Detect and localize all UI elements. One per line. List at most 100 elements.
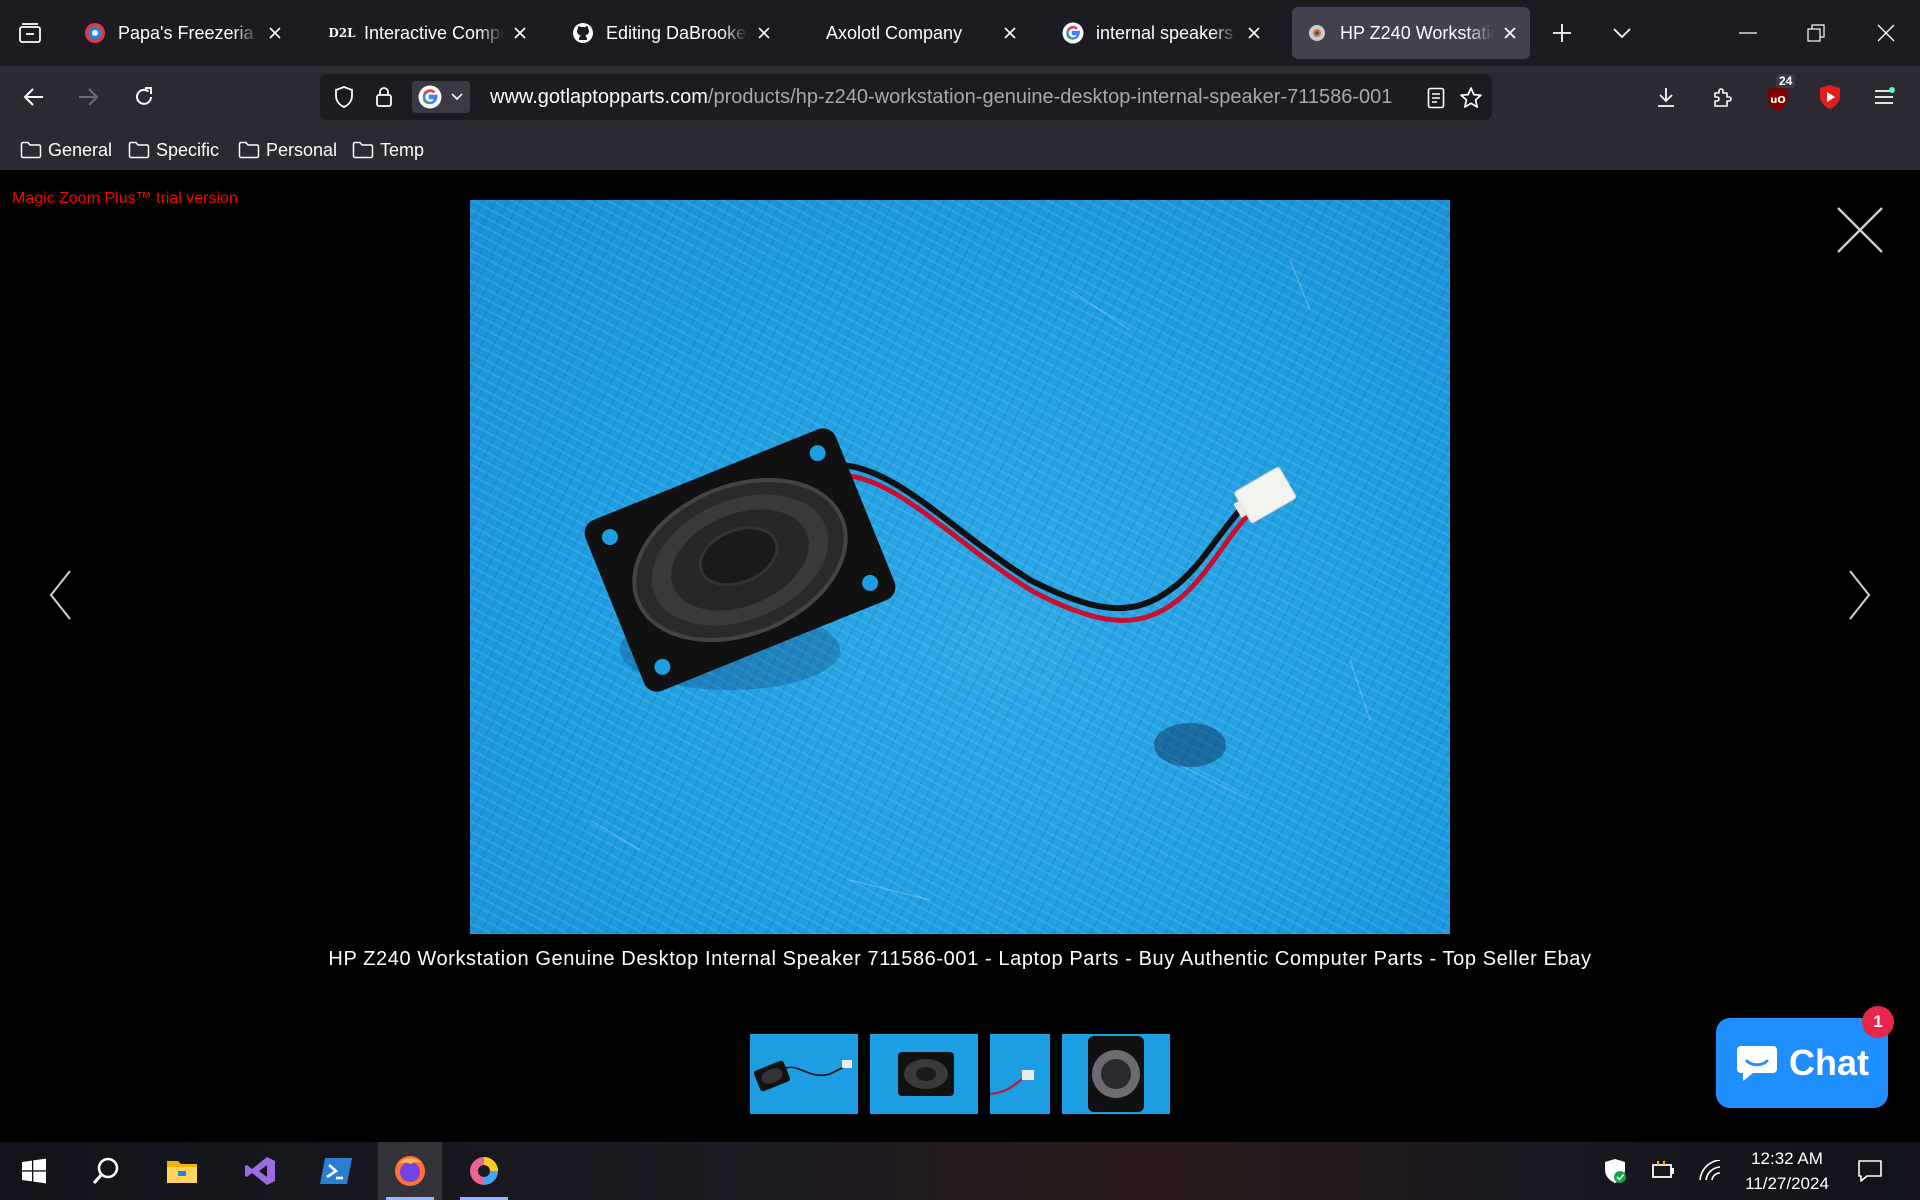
extensions-button[interactable] [1704, 80, 1740, 114]
notification-icon [1858, 1160, 1882, 1182]
close-lightbox-button[interactable] [1834, 204, 1886, 256]
tab-hp-z240-workstation[interactable]: HP Z240 Workstation [1292, 7, 1530, 59]
tab-papas-freezeria[interactable]: Papa's Freezeria - Play [70, 7, 295, 59]
start-button[interactable] [2, 1142, 66, 1200]
navigation-toolbar: www.gotlaptopparts.com/products/hp-z240-… [0, 66, 1920, 128]
taskbar-visual-studio[interactable] [228, 1142, 292, 1200]
new-tab-button[interactable] [1546, 17, 1578, 49]
firefox-view-icon [19, 23, 41, 43]
tab-editing-github[interactable]: Editing DaBrookePlays [558, 7, 784, 59]
powershell-icon [320, 1158, 352, 1184]
clock-date: 11/27/2024 [1745, 1174, 1829, 1193]
bookmark-star-button[interactable] [1456, 83, 1486, 113]
image-caption: HP Z240 Workstation Genuine Desktop Inte… [328, 948, 1592, 970]
tab-interactive-computing[interactable]: D2L Interactive Computing [314, 7, 540, 59]
bookmark-label: Personal [266, 139, 338, 160]
action-center-button[interactable] [1854, 1156, 1886, 1186]
url-text[interactable]: www.gotlaptopparts.com/products/hp-z240-… [490, 74, 1410, 120]
firefox-icon [395, 1156, 425, 1186]
back-button[interactable] [16, 80, 52, 114]
restore-window-button[interactable] [1794, 13, 1838, 53]
app-menu-button[interactable] [1866, 80, 1902, 114]
url-path: /products/hp-z240-workstation-genuine-de… [707, 86, 1393, 108]
chevron-down-icon [1613, 28, 1631, 39]
tab-title: Interactive Computing [364, 22, 504, 43]
thumbnail-1[interactable] [750, 1034, 858, 1114]
chat-bubble-icon [1737, 1046, 1777, 1081]
folder-icon [20, 141, 42, 159]
tab-title: HP Z240 Workstation [1340, 22, 1494, 43]
d2l-favicon-icon: D2L [328, 26, 356, 40]
lock-icon[interactable] [370, 83, 398, 111]
site-favicon-icon [1306, 22, 1328, 44]
close-tab-icon[interactable] [1500, 23, 1520, 43]
bookmarks-toolbar: General Specific Personal Temp [0, 128, 1920, 170]
youtube-play-icon [1820, 85, 1840, 109]
close-tab-icon[interactable] [510, 23, 530, 43]
close-tab-icon[interactable] [265, 23, 285, 43]
taskbar-powershell[interactable] [304, 1142, 368, 1200]
hamburger-menu-icon [1875, 87, 1895, 104]
search-icon [92, 1157, 119, 1184]
close-tab-icon[interactable] [1244, 23, 1264, 43]
reload-icon [136, 87, 152, 105]
list-all-tabs-button[interactable] [1606, 17, 1638, 49]
clock-time: 12:32 AM [1751, 1149, 1823, 1168]
github-icon [572, 22, 594, 44]
firefox-view-button[interactable] [12, 17, 48, 49]
thumbnail-3[interactable] [990, 1034, 1050, 1114]
forward-button[interactable] [70, 80, 106, 114]
downloads-button[interactable] [1648, 80, 1684, 114]
search-button[interactable] [74, 1142, 138, 1200]
close-tab-icon[interactable] [754, 23, 774, 43]
bookmark-label: Temp [380, 139, 425, 160]
chat-label: Chat [1789, 1042, 1869, 1083]
ublock-origin-button[interactable]: uO 24 [1758, 74, 1798, 116]
tab-bar: Papa's Freezeria - Play D2L Interactive … [0, 0, 1920, 66]
blank-favicon-icon [818, 22, 822, 44]
image-lightbox: Magic Zoom Plus™ trial version HP Z240 W… [0, 170, 1920, 1142]
previous-image-button[interactable] [40, 565, 80, 625]
tab-internal-speakers-search[interactable]: internal speakers computer [1048, 7, 1274, 59]
forward-arrow-icon [79, 88, 99, 106]
star-icon [1460, 87, 1482, 108]
tab-title: internal speakers computer [1096, 22, 1238, 43]
windows-taskbar: 12:32 AM 11/27/2024 [0, 1142, 1920, 1200]
product-photo-speaker[interactable] [470, 200, 1450, 934]
chevron-left-icon [49, 570, 71, 620]
chat-notification-badge: 1 [1862, 1006, 1894, 1038]
minimize-window-button[interactable] [1726, 13, 1770, 53]
restore-icon [1807, 24, 1825, 42]
reload-button[interactable] [126, 80, 162, 114]
search-engine-button[interactable] [412, 81, 470, 113]
folder-icon [128, 141, 150, 159]
taskbar-app-pinned[interactable] [452, 1142, 516, 1200]
trial-notice[interactable]: Magic Zoom Plus™ trial version [12, 190, 238, 208]
tab-axolotl-company[interactable]: Axolotl Company [804, 7, 1030, 59]
close-window-button[interactable] [1864, 13, 1908, 53]
svg-text:uO: uO [1770, 95, 1786, 106]
taskbar-file-explorer[interactable] [150, 1142, 214, 1200]
chat-button[interactable]: Chat [1716, 1018, 1888, 1108]
thumbnail-2[interactable] [870, 1034, 978, 1114]
target-favicon-icon [84, 22, 106, 44]
wifi-tray-icon[interactable] [1696, 1156, 1726, 1186]
reader-view-button[interactable] [1422, 84, 1450, 112]
next-image-button[interactable] [1840, 565, 1880, 625]
tracking-protection-shield-icon[interactable] [330, 83, 358, 111]
windows-security-tray-icon[interactable] [1600, 1156, 1630, 1186]
windows-logo-icon [22, 1158, 46, 1184]
google-icon [1062, 22, 1084, 44]
thumbnail-4[interactable] [1062, 1034, 1170, 1114]
bookmark-folder-personal[interactable]: Personal [238, 136, 337, 164]
bookmark-folder-temp[interactable]: Temp [352, 136, 424, 164]
url-bar[interactable]: www.gotlaptopparts.com/products/hp-z240-… [320, 74, 1492, 120]
youtube-extension-button[interactable] [1812, 80, 1848, 114]
power-plug-tray-icon[interactable] [1648, 1156, 1678, 1186]
taskbar-clock[interactable]: 12:32 AM 11/27/2024 [1732, 1146, 1842, 1196]
bookmark-folder-specific[interactable]: Specific [128, 136, 219, 164]
bookmark-folder-general[interactable]: General [20, 136, 112, 164]
taskbar-firefox[interactable] [378, 1142, 442, 1200]
close-tab-icon[interactable] [1000, 23, 1020, 43]
tab-title: Papa's Freezeria - Play [118, 22, 259, 43]
